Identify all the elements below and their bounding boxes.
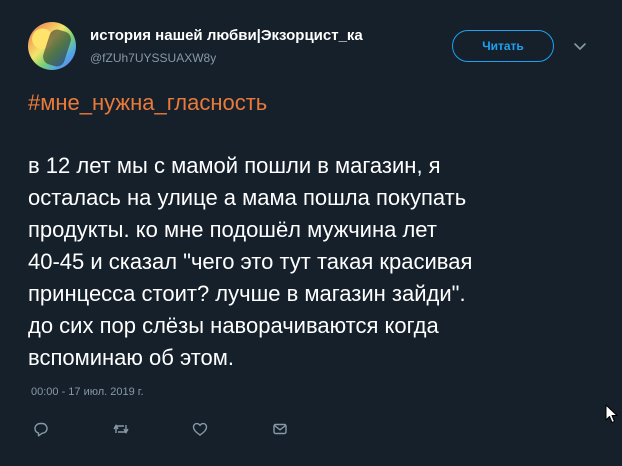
retweet-button[interactable] [110,418,132,440]
tweet-text-line: продукты. ко мне подошёл мужчина лет [28,217,437,242]
mouse-cursor-icon [605,404,619,424]
tweet-timestamp[interactable]: 00:00 - 17 июл. 2019 г. [31,386,144,398]
tweet-text-line: 40-45 и сказал "чего это тут такая краси… [28,249,473,274]
tweet-text: в 12 лет мы с мамой пошли в магазин, я о… [28,150,598,374]
reply-icon [34,422,48,437]
tweet-text-line: осталась на улице а мама пошла покупать [28,185,467,210]
tweet-text-line: принцесса стоит? лучше в магазин зайди". [28,281,466,306]
avatar-figure [40,27,74,69]
follow-button[interactable]: Читать [452,30,554,62]
direct-message-icon [273,423,287,435]
hashtag-link[interactable]: #мне_нужна_гласность [28,90,267,116]
author-handle[interactable]: @fZUh7UYSSUAXW8y [90,51,216,65]
avatar[interactable] [28,22,76,70]
like-button[interactable] [189,418,211,440]
retweet-icon [113,424,129,434]
tweet-text-line: до сих пор слёзы наворачиваются когда [28,313,439,338]
tweet-text-line: в 12 лет мы с мамой пошли в магазин, я [28,153,441,178]
reply-button[interactable] [30,418,52,440]
direct-message-button[interactable] [269,418,291,440]
tweet-text-line: вспоминаю об этом. [28,345,234,370]
chevron-down-icon[interactable] [572,38,588,54]
like-icon [192,422,208,436]
author-name[interactable]: история нашей любви|Экзорцист_ка [90,27,363,44]
tweet-card: история нашей любви|Экзорцист_ка @fZUh7U… [0,0,622,466]
action-bar [0,418,622,440]
